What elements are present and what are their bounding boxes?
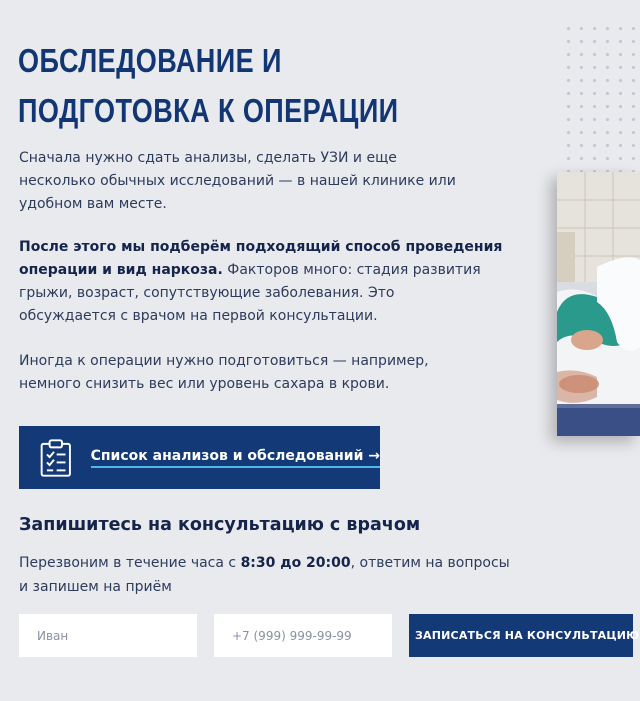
tests-list-link-label[interactable]: Список анализов и обследований →: [90, 448, 380, 468]
page: ОБСЛЕДОВАНИЕ И ПОДГОТОВКА К ОПЕРАЦИИ Сна…: [0, 0, 640, 701]
consultation-description: Перезвоним в течение часа с 8:30 до 20:0…: [19, 551, 510, 599]
paragraph-text: Факторов много: стадия развития: [222, 262, 481, 278]
paragraph-line: грыжи, возраст, сопутствующие заболевани…: [19, 285, 395, 301]
paragraph-line: Иногда к операции нужно подготовиться — …: [19, 353, 429, 369]
consult-text-line: и запишем на приём: [19, 579, 172, 595]
name-input[interactable]: [19, 614, 197, 657]
working-hours: 8:30 до 20:00: [240, 555, 351, 571]
preparation-paragraph: Иногда к операции нужно подготовиться — …: [19, 350, 489, 396]
paragraph-line: удобном вам месте.: [19, 196, 167, 212]
page-title: ОБСЛЕДОВАНИЕ И ПОДГОТОВКА К ОПЕРАЦИИ: [18, 36, 444, 136]
title-line-2: ПОДГОТОВКА К ОПЕРАЦИИ: [18, 92, 399, 129]
paragraph-line: обсуждается с врачом на первой консульта…: [19, 308, 378, 324]
paragraph-line: немного снизить вес или уровень сахара в…: [19, 376, 390, 392]
paragraph-line: несколько обычных исследований — в нашей…: [19, 173, 456, 189]
paragraph-line: Сначала нужно сдать анализы, сделать УЗИ…: [19, 150, 397, 166]
title-line-1: ОБСЛЕДОВАНИЕ И: [18, 42, 282, 79]
bold-text: После этого мы подберём подходящий спосо…: [19, 239, 503, 255]
consultation-heading: Запишитесь на консультацию с врачом: [19, 515, 421, 535]
phone-input[interactable]: [214, 614, 392, 657]
tests-list-button[interactable]: Список анализов и обследований →: [19, 426, 380, 489]
clipboard-checklist-icon: [40, 438, 71, 477]
doctor-patient-photo: [557, 172, 640, 436]
intro-paragraph: Сначала нужно сдать анализы, сделать УЗИ…: [19, 147, 489, 216]
consult-text-part: Перезвоним в течение часа с: [19, 555, 241, 571]
bold-text: операции и вид наркоза.: [19, 262, 223, 278]
method-paragraph: После этого мы подберём подходящий спосо…: [19, 236, 502, 328]
book-consultation-button[interactable]: ЗАПИСАТЬСЯ НА КОНСУЛЬТАЦИЮ: [409, 614, 639, 657]
consult-text-part: , ответим на вопросы: [350, 555, 510, 571]
decorative-dot-grid: [562, 22, 640, 172]
